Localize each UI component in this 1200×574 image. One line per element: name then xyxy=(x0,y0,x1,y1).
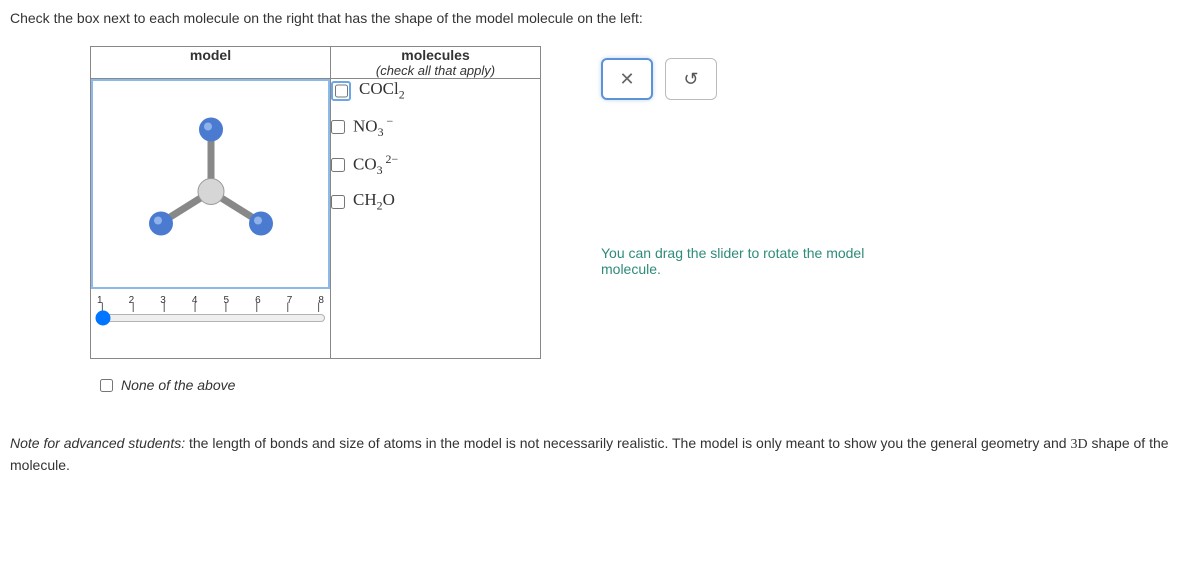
molecule-checkbox[interactable] xyxy=(331,158,345,172)
molecule-formula: COCl2 xyxy=(359,79,405,102)
close-icon: ✕ xyxy=(619,69,634,90)
molecule-checkbox[interactable] xyxy=(331,120,345,134)
none-of-above-checkbox[interactable] xyxy=(100,379,113,392)
molecules-header-sub: (check all that apply) xyxy=(331,63,540,78)
advanced-note: Note for advanced students: the length o… xyxy=(10,433,1190,476)
molecule-row: NO3 − xyxy=(331,114,540,140)
reset-button[interactable]: ↺ xyxy=(665,58,717,100)
note-label: Note for advanced students: xyxy=(10,435,185,451)
molecule-formula: CH2O xyxy=(353,190,395,213)
molecule-formula: NO3 − xyxy=(353,114,393,140)
note-body: the length of bonds and size of atoms in… xyxy=(185,435,1070,451)
rotation-slider[interactable] xyxy=(95,310,326,326)
molecule-3d-icon xyxy=(131,102,291,252)
none-of-above-label: None of the above xyxy=(121,377,235,393)
checkbox-highlight xyxy=(331,81,351,101)
hint-text: You can drag the slider to rotate the mo… xyxy=(601,245,921,277)
molecule-checkbox[interactable] xyxy=(331,195,345,209)
molecules-header: molecules (check all that apply) xyxy=(331,47,541,79)
question-table: model molecules (check all that apply) xyxy=(90,46,541,359)
slider-tick-labels: 1 2 3 4 5 6 7 8 xyxy=(95,295,326,306)
model-header: model xyxy=(91,47,331,79)
action-buttons: ✕ ↺ xyxy=(601,58,921,100)
molecules-cell: COCl2 NO3 − CO3 2− CH2O xyxy=(331,79,541,359)
molecule-row: CO3 2− xyxy=(331,152,540,178)
molecule-row: CH2O xyxy=(331,190,540,213)
molecules-header-title: molecules xyxy=(331,47,540,63)
molecule-row: COCl2 xyxy=(331,79,540,102)
reset-icon: ↺ xyxy=(683,69,698,90)
question-text: Check the box next to each molecule on t… xyxy=(10,10,1190,26)
none-of-above-row: None of the above xyxy=(100,377,1190,393)
close-button[interactable]: ✕ xyxy=(601,58,653,100)
model-cell: 1 2 3 4 5 6 7 8 |||||||| xyxy=(91,79,331,359)
model-viewer[interactable] xyxy=(91,79,330,289)
note-3d: 3D xyxy=(1070,437,1087,452)
molecule-formula: CO3 2− xyxy=(353,152,398,178)
molecule-checkbox[interactable] xyxy=(335,84,348,98)
rotation-slider-wrap: 1 2 3 4 5 6 7 8 |||||||| xyxy=(91,295,330,329)
